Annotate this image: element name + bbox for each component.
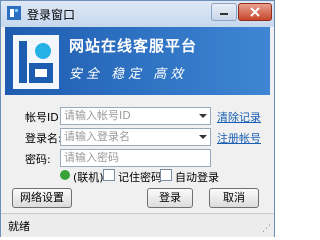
login-window: 登录窗口 网站在线客服平台 安全 稳定 高效 帐号ID: 请输入帐号ID 清除记… [0,0,275,237]
status-text: 就绪 [8,220,30,233]
close-button[interactable] [238,3,272,21]
password-input[interactable]: 请输入密码 [60,149,211,167]
logo-icon [13,35,59,89]
dropdown-arrow-icon[interactable] [199,114,207,118]
title-bar[interactable]: 登录窗口 [1,1,274,27]
password-placeholder: 请输入密码 [64,151,119,164]
remember-password-checkbox[interactable] [103,169,115,181]
auto-login-checkbox[interactable] [160,169,172,181]
minimize-icon [220,13,228,15]
close-icon [250,7,260,17]
account-label: 帐号ID: [25,111,63,124]
minimize-button[interactable] [211,3,237,21]
cancel-button[interactable]: 取消 [209,188,259,208]
account-placeholder: 请输入帐号ID [64,109,131,122]
banner-title: 网站在线客服平台 [69,37,198,55]
banner-subtitle: 安全 稳定 高效 [69,67,188,82]
remember-password-label[interactable]: 记住密码 [118,169,162,185]
app-icon [7,6,21,20]
login-button[interactable]: 登录 [147,188,193,208]
register-account-link[interactable]: 注册帐号 [217,130,261,146]
resize-grip-icon[interactable]: ⋰ [262,224,271,234]
password-label: 密码: [25,153,51,166]
online-status-icon[interactable] [60,170,70,180]
network-settings-button[interactable]: 网络设置 [12,188,72,208]
dropdown-arrow-icon[interactable] [199,135,207,139]
window-title: 登录窗口 [27,8,76,22]
status-bar: 就绪 ⋰ [1,213,274,237]
online-status-label[interactable]: (联机) [73,169,104,185]
auto-login-label[interactable]: 自动登录 [175,169,219,185]
banner: 网站在线客服平台 安全 稳定 高效 [5,27,270,95]
account-combobox[interactable]: 请输入帐号ID [60,107,211,125]
clear-records-link[interactable]: 清除记录 [217,109,261,125]
username-label: 登录名: [25,132,62,145]
username-placeholder: 请输入登录名 [64,130,130,143]
username-combobox[interactable]: 请输入登录名 [60,128,211,146]
